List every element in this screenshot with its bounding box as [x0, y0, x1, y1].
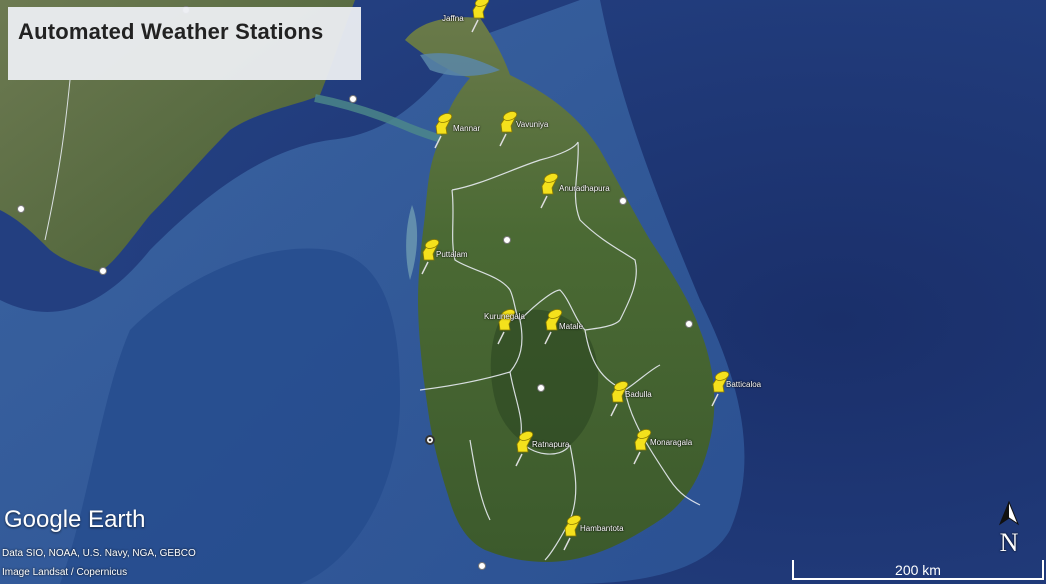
station-label: Monaragala [650, 438, 693, 447]
map-title: Automated Weather Stations [18, 19, 324, 44]
city-marker [619, 197, 627, 205]
station-label: Jaffna [442, 14, 464, 23]
station-label: Batticaloa [726, 380, 762, 389]
map-canvas[interactable] [0, 0, 1046, 584]
station-label: Mannar [453, 124, 481, 133]
city-marker [349, 95, 357, 103]
attribution-data: Data SIO, NOAA, U.S. Navy, NGA, GEBCO [2, 548, 196, 559]
scale-bar: 200 km [792, 560, 1044, 580]
station-label: Matale [559, 322, 584, 331]
city-marker [478, 562, 486, 570]
station-label: Vavuniya [516, 120, 549, 129]
station-label: Puttalam [436, 250, 468, 259]
city-marker [537, 384, 545, 392]
city-marker [685, 320, 693, 328]
station-label: Anuradhapura [559, 184, 610, 193]
north-label: N [999, 528, 1019, 557]
scale-label: 200 km [895, 562, 941, 578]
google-earth-logo: Google Earth [4, 506, 146, 533]
station-label: Kurunegala [484, 312, 525, 321]
station-label: Badulla [625, 390, 652, 399]
city-marker [17, 205, 25, 213]
city-marker [503, 236, 511, 244]
station-label: Hambantota [580, 524, 624, 533]
attribution-imagery: Image Landsat / Copernicus [2, 567, 128, 578]
station-label: Ratnapura [532, 440, 570, 449]
capital-marker-center [428, 438, 432, 442]
title-panel: Automated Weather Stations [8, 7, 361, 80]
city-marker [99, 267, 107, 275]
